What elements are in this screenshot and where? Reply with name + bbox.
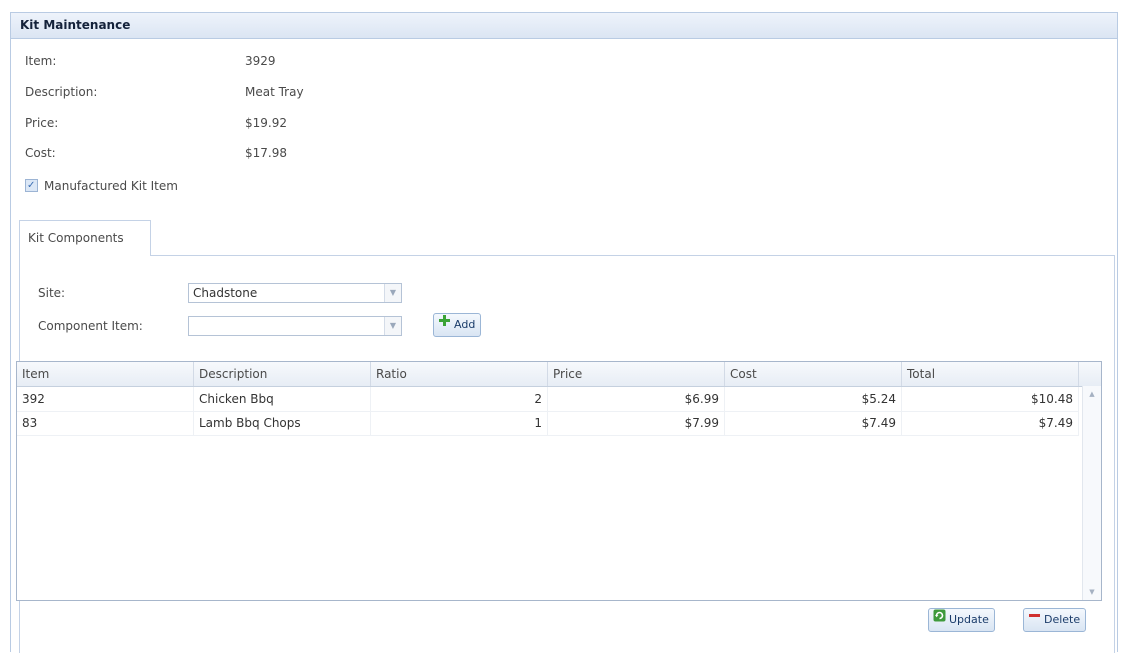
item-value: 3929 — [245, 54, 276, 68]
tab-kit-components[interactable]: Kit Components — [19, 220, 151, 256]
minus-icon — [1028, 608, 1041, 630]
delete-button-label: Delete — [1044, 613, 1081, 626]
cost-label: Cost: — [25, 146, 56, 160]
chevron-down-icon[interactable]: ▼ — [384, 317, 401, 335]
manufactured-kit-item-checkbox[interactable]: Manufactured Kit Item — [25, 177, 178, 195]
description-value: Meat Tray — [245, 85, 304, 99]
site-selected-value: Chadstone — [193, 286, 258, 300]
add-button-label: Add — [454, 318, 476, 331]
price-value: $19.92 — [245, 116, 287, 130]
refresh-icon — [933, 608, 946, 630]
component-item-select[interactable]: ▼ — [188, 316, 402, 336]
description-label: Description: — [25, 85, 98, 99]
add-button[interactable]: Add — [433, 313, 482, 337]
update-button[interactable]: Update — [928, 608, 995, 632]
cell-price: $7.99 — [548, 411, 725, 435]
price-label: Price: — [25, 116, 59, 130]
chevron-down-icon[interactable]: ▼ — [384, 284, 401, 302]
site-select[interactable]: Chadstone ▼ — [188, 283, 402, 303]
cell-price: $6.99 — [548, 387, 725, 411]
grid-header: Item Description Ratio Price Cost Total — [17, 362, 1101, 387]
cell-description: Lamb Bbq Chops — [194, 411, 371, 435]
checkbox-checked-icon[interactable] — [25, 177, 38, 195]
scroll-up-icon[interactable]: ▲ — [1083, 390, 1101, 398]
column-header-total[interactable]: Total — [902, 362, 1079, 386]
cell-cost: $7.49 — [725, 411, 902, 435]
cell-item: 392 — [17, 387, 194, 411]
manufactured-kit-item-label: Manufactured Kit Item — [44, 179, 178, 193]
scroll-down-icon[interactable]: ▼ — [1083, 588, 1101, 596]
kit-components-grid: Item Description Ratio Price Cost Total … — [16, 361, 1102, 601]
delete-button[interactable]: Delete — [1023, 608, 1087, 632]
cell-cost: $5.24 — [725, 387, 902, 411]
column-header-ratio[interactable]: Ratio — [371, 362, 548, 386]
table-row[interactable]: 83 Lamb Bbq Chops 1 $7.99 $7.49 $7.49 — [17, 411, 1079, 436]
component-item-label: Component Item: — [38, 319, 143, 333]
plus-icon — [438, 313, 451, 335]
column-header-price[interactable]: Price — [548, 362, 725, 386]
column-header-cost[interactable]: Cost — [725, 362, 902, 386]
cost-value: $17.98 — [245, 146, 287, 160]
cell-ratio[interactable]: 2 — [371, 387, 548, 411]
cell-total: $7.49 — [902, 411, 1079, 435]
cell-item: 83 — [17, 411, 194, 435]
cell-ratio[interactable]: 1 — [371, 411, 548, 435]
vertical-scrollbar[interactable]: ▲ ▼ — [1082, 386, 1101, 600]
cell-description: Chicken Bbq — [194, 387, 371, 411]
column-header-description[interactable]: Description — [194, 362, 371, 386]
panel-title: Kit Maintenance — [11, 13, 1117, 39]
column-header-item[interactable]: Item — [17, 362, 194, 386]
site-label: Site: — [38, 286, 66, 300]
table-row[interactable]: 392 Chicken Bbq 2 $6.99 $5.24 $10.48 — [17, 387, 1079, 412]
update-button-label: Update — [949, 613, 989, 626]
item-label: Item: — [25, 54, 57, 68]
cell-total: $10.48 — [902, 387, 1079, 411]
